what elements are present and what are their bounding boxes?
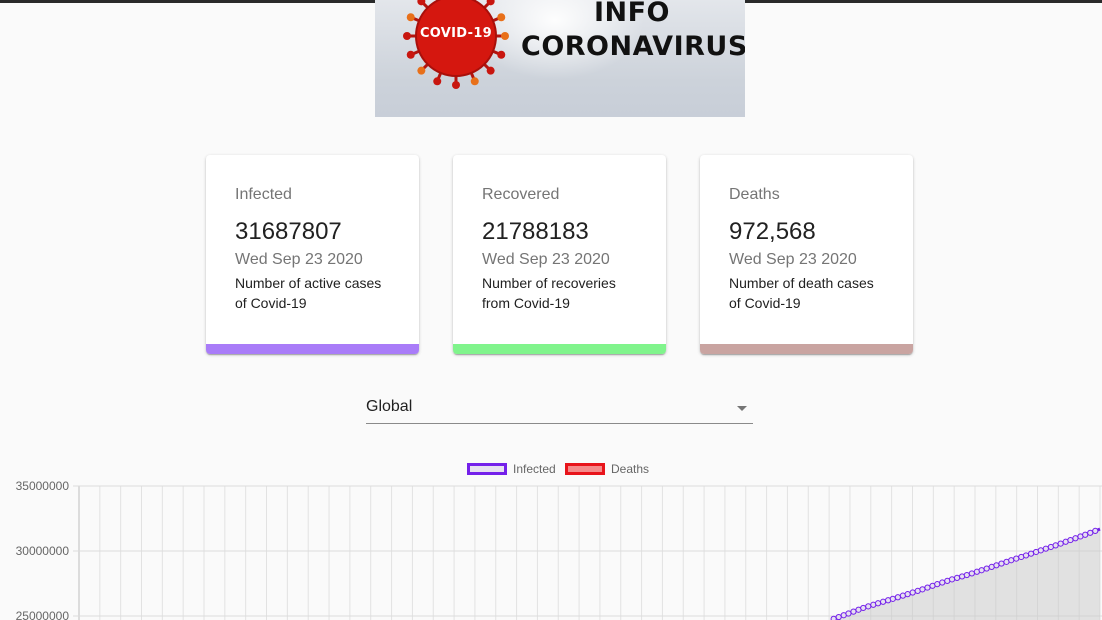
data-point-infected [934, 581, 941, 588]
data-point-infected [1027, 550, 1035, 557]
card-title: Deaths [729, 186, 780, 203]
data-point-infected [909, 589, 916, 596]
banner-title-line1: INFO [593, 0, 671, 28]
y-tick-label: 30000000 [16, 544, 70, 558]
legend-swatch-deaths [565, 463, 605, 475]
country-select[interactable]: Global [366, 390, 753, 424]
country-select-value: Global [366, 398, 413, 415]
data-point-infected [1092, 527, 1099, 534]
legend-label-infected: Infected [513, 462, 556, 476]
legend-swatch-infected [467, 463, 507, 475]
data-point-infected [845, 610, 852, 617]
data-point-infected [924, 584, 931, 591]
y-tick-label: 25000000 [16, 609, 70, 620]
data-point-infected [850, 608, 857, 615]
data-point-infected [1072, 535, 1079, 542]
data-point-infected [978, 567, 985, 574]
data-point-infected [879, 598, 887, 605]
data-point-infected [939, 579, 946, 586]
y-tick-label: 35000000 [16, 479, 70, 493]
card-description: Number of active cases of Covid-19 [235, 275, 382, 311]
card-color-bar [206, 344, 419, 354]
data-point-infected [830, 615, 837, 620]
data-point-infected [860, 604, 867, 612]
data-point-infected [889, 595, 896, 602]
card-title: Infected [235, 186, 292, 203]
recovered-card: Recovered 21788183 Wed Sep 23 2020 Numbe… [453, 155, 666, 354]
data-point-infected [1057, 540, 1064, 547]
card-description: Number of death cases of Covid-19 [729, 275, 874, 311]
data-point-infected [963, 571, 970, 579]
card-color-bar [453, 344, 666, 354]
legend-item-infected[interactable]: Infected [467, 462, 556, 476]
data-point-infected [983, 565, 990, 572]
data-point-infected [1022, 552, 1030, 559]
data-point-infected [948, 576, 956, 583]
data-point-infected [1008, 557, 1015, 564]
data-point-infected [874, 600, 882, 607]
data-point-infected [919, 586, 926, 593]
card-date: Wed Sep 23 2020 [729, 251, 857, 268]
legend-item-deaths[interactable]: Deaths [565, 462, 649, 476]
data-point-infected [904, 591, 911, 598]
data-point-infected [1087, 529, 1094, 536]
chart-legend: Infected Deaths [0, 462, 1102, 478]
infected-card: Infected 31687807 Wed Sep 23 2020 Number… [206, 155, 419, 354]
line-chart: 35000000 30000000 25000000 [16, 479, 1102, 620]
card-description: Number of recoveries from Covid-19 [482, 275, 616, 311]
data-point-infected [953, 574, 961, 581]
data-point-infected [1082, 531, 1089, 538]
card-value: 21788183 [482, 218, 589, 245]
data-point-infected [968, 570, 975, 577]
legend-label-deaths: Deaths [611, 462, 650, 476]
card-value: 972,568 [729, 218, 816, 245]
chevron-down-icon[interactable] [737, 406, 747, 411]
data-point-infected [993, 562, 1000, 569]
data-point-infected [1013, 555, 1020, 562]
data-point-infected [1052, 542, 1059, 549]
data-point-infected [1037, 547, 1044, 554]
card-date: Wed Sep 23 2020 [235, 251, 363, 268]
virus-logo-icon: COVID-19 [401, 0, 511, 96]
card-color-bar [700, 344, 913, 354]
deaths-card: Deaths 972,568 Wed Sep 23 2020 Number of… [700, 155, 913, 354]
banner-title-line2: CORONAVIRUS [521, 31, 745, 62]
data-point-infected [998, 560, 1005, 567]
card-value: 31687807 [235, 218, 342, 245]
data-point-infected [894, 594, 901, 601]
virus-logo-label: COVID-19 [419, 26, 493, 41]
card-date: Wed Sep 23 2020 [482, 251, 610, 268]
card-title: Recovered [482, 186, 560, 203]
header-banner: COVID-19 INFO CORONAVIRUS [375, 0, 745, 117]
data-point-infected [1067, 536, 1074, 544]
data-point-infected [865, 603, 872, 610]
data-point-infected [1042, 545, 1049, 552]
data-point-infected [835, 613, 842, 620]
banner-title: INFO CORONAVIRUS [521, 0, 745, 64]
